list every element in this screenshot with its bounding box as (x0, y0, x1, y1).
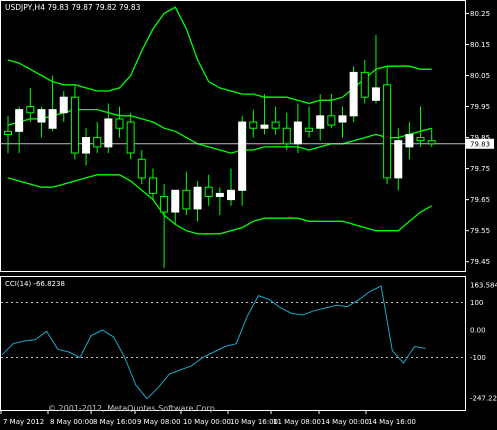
time-axis-label: 11 May 08:00 (273, 418, 321, 426)
candle-body (49, 110, 56, 129)
candle-body (16, 110, 23, 132)
candle-body (149, 178, 156, 194)
candle-body (350, 72, 357, 115)
candle-body (94, 138, 101, 147)
candle-body (294, 122, 301, 144)
price-axis-label: 80.05 (470, 72, 490, 80)
candle-body (116, 119, 123, 128)
candle-body (71, 97, 78, 153)
price-axis-label: 79.95 (470, 103, 490, 111)
time-axis-label: 8 May 16:00 (93, 418, 137, 426)
current-price-tag: 79.83 (466, 139, 494, 149)
candle-body (261, 125, 268, 128)
candle-body (38, 110, 45, 122)
cci-axis-label: -100 (470, 354, 486, 362)
cci-axis-label: 0.00 (470, 326, 486, 334)
price-axis-label: 79.65 (470, 196, 490, 204)
candle-body (250, 122, 257, 128)
candle-body (306, 128, 313, 131)
time-axis-label: 10 May 00:00 (183, 418, 231, 426)
candle-body (384, 85, 391, 178)
candle-body (5, 131, 12, 134)
candle-body (83, 138, 90, 154)
cci-axis-label: 100 (470, 299, 483, 307)
candle-body (228, 190, 235, 199)
metatrader-terminal: 80.2580.1580.0579.9579.8579.7579.6579.55… (0, 0, 497, 426)
candle-body (428, 141, 435, 144)
candle-body (328, 116, 335, 125)
candle-body (138, 159, 145, 178)
candle-body (216, 193, 223, 196)
symbol-label: USDJPY,H4 79.83 79.87 79.82 79.83 (5, 3, 141, 12)
candle-body (183, 190, 190, 209)
candle-body (239, 122, 246, 190)
current-price-label: 79.83 (470, 140, 490, 148)
copyright-text: © 2001-2012, MetaQuotes Software Corp. (48, 404, 217, 413)
candle-body (339, 116, 346, 122)
time-axis-label: 8 May 00:00 (50, 418, 94, 426)
time-axis-label: 14 May 00:00 (321, 418, 369, 426)
candle-body (317, 116, 324, 128)
time-axis-label: 14 May 16:00 (368, 418, 416, 426)
candle-body (283, 128, 290, 144)
price-axis-label: 80.15 (470, 41, 490, 49)
price-axis-label: 79.55 (470, 227, 490, 235)
cci-label: CCI(14) -66.8238 (5, 280, 65, 288)
candle-body (205, 187, 212, 196)
time-axis-label: 10 May 16:00 (230, 418, 278, 426)
chart-canvas[interactable]: 80.2580.1580.0579.9579.8579.7579.6579.55… (0, 0, 497, 426)
price-axis-label: 79.75 (470, 165, 490, 173)
cci-axis-label: 163.5849 (470, 282, 497, 290)
cci-axis-label: -247.2271 (470, 395, 497, 403)
price-axis-label: 80.25 (470, 10, 490, 18)
candle-body (172, 190, 179, 212)
candle-body (161, 197, 168, 213)
candle-body (417, 138, 424, 141)
candle-body (127, 122, 134, 153)
candle-body (372, 88, 379, 100)
candle-body (194, 187, 201, 209)
chart-background (0, 0, 497, 426)
candle-body (27, 107, 34, 113)
time-axis-label: 7 May 2012 (3, 418, 44, 426)
candle-body (105, 119, 112, 147)
candle-body (60, 97, 67, 113)
candle-body (272, 122, 279, 128)
candle-body (406, 134, 413, 146)
candle-body (361, 72, 368, 97)
price-axis-label: 79.45 (470, 258, 490, 266)
time-axis-label: 9 May 08:00 (137, 418, 181, 426)
candle-body (395, 141, 402, 178)
candle (350, 66, 357, 122)
